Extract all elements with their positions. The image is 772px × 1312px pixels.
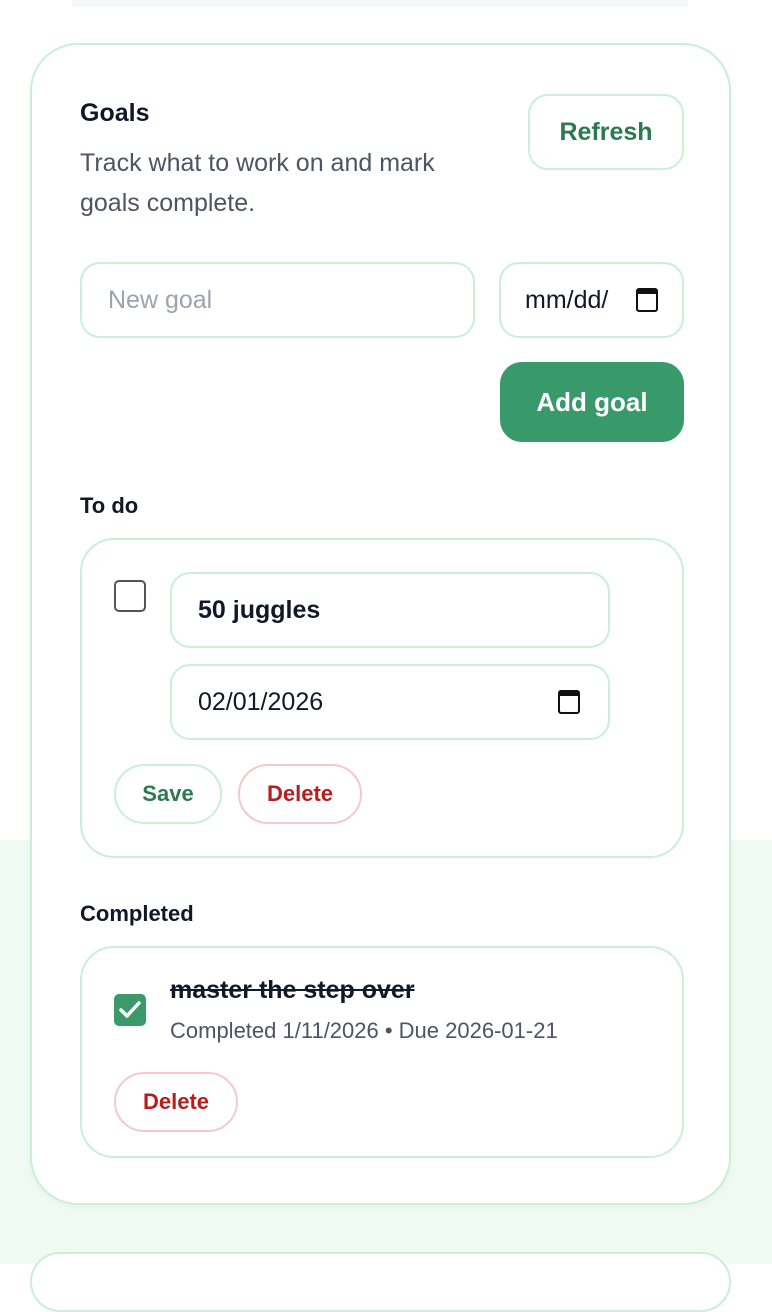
previous-card-edge: [72, 0, 688, 6]
new-goal-date-placeholder: mm/dd/: [525, 285, 609, 314]
todo-heading: To do: [80, 493, 139, 518]
refresh-button[interactable]: Refresh: [528, 94, 684, 170]
next-card-edge: [30, 1252, 731, 1312]
todo-item-checkbox[interactable]: [114, 580, 146, 612]
add-goal-button[interactable]: Add goal: [500, 362, 684, 442]
checkmark-icon: [119, 1001, 141, 1018]
new-goal-input[interactable]: New goal: [80, 262, 475, 338]
completed-item-meta: Completed 1/11/2026 • Due 2026-01-21: [170, 1018, 558, 1043]
delete-button[interactable]: Delete: [238, 764, 362, 824]
save-button[interactable]: Save: [114, 764, 222, 824]
todo-item-date-value: 02/01/2026: [198, 687, 324, 716]
calendar-icon[interactable]: [636, 288, 658, 312]
goals-title: Goals: [80, 99, 150, 127]
goals-card: Goals Track what to work on and mark goa…: [30, 43, 731, 1205]
completed-item: master the step over Completed 1/11/2026…: [80, 946, 684, 1158]
completed-item-checkbox[interactable]: [114, 994, 146, 1026]
todo-item-title-input[interactable]: 50 juggles: [170, 572, 610, 648]
delete-button[interactable]: Delete: [114, 1072, 238, 1132]
completed-heading: Completed: [80, 901, 194, 926]
todo-item: 50 juggles 02/01/2026 Save Delete: [80, 538, 684, 858]
completed-item-title: master the step over: [170, 976, 415, 1004]
new-goal-date-input[interactable]: mm/dd/: [499, 262, 684, 338]
calendar-icon[interactable]: [558, 690, 580, 714]
goals-description: Track what to work on and mark goals com…: [80, 149, 435, 217]
todo-item-date-input[interactable]: 02/01/2026: [170, 664, 610, 740]
